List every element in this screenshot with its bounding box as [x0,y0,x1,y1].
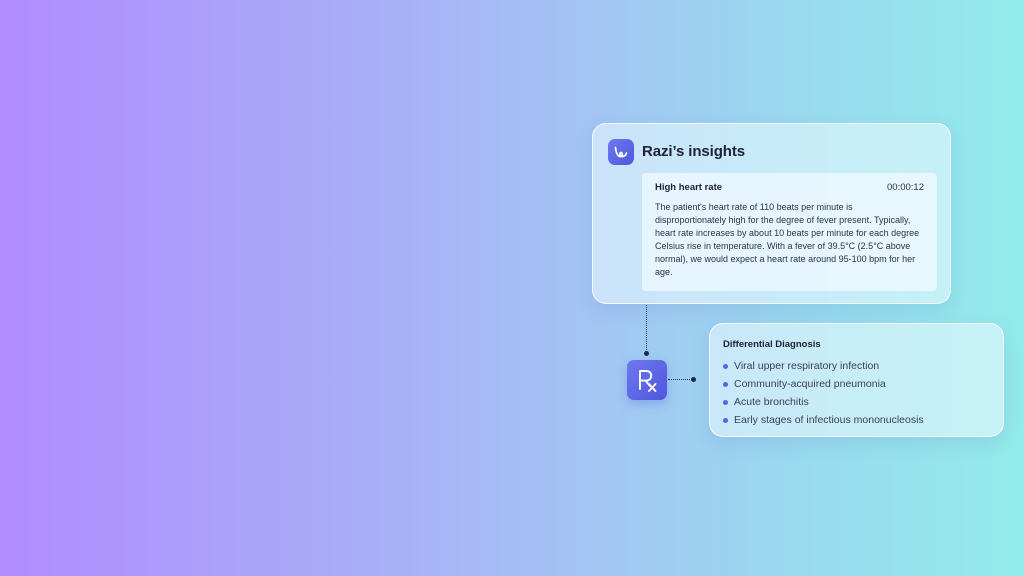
prescription-rx-icon [627,360,667,400]
diagnosis-title: Differential Diagnosis [723,339,821,350]
connector-line-vertical [646,305,647,354]
insight-note: High heart rate 00:00:12 The patient's h… [642,173,937,291]
connector-dot-right [691,377,696,382]
insights-card: Razi’s insights High heart rate 00:00:12… [592,123,951,304]
diagnosis-item: Acute bronchitis [723,393,990,411]
insight-note-header: High heart rate 00:00:12 [655,182,924,193]
differential-diagnosis-card: Differential Diagnosis Viral upper respi… [709,323,1004,437]
connector-line-horizontal [668,379,692,380]
diagnosis-item: Early stages of infectious mononucleosis [723,411,990,429]
insight-note-heading: High heart rate [655,182,723,193]
insight-note-body: The patient's heart rate of 110 beats pe… [655,202,920,277]
diagnosis-item: Community-acquired pneumonia [723,375,990,393]
diagnosis-list: Viral upper respiratory infection Commun… [723,357,990,429]
razi-logo-glyph-icon [614,146,628,158]
insight-note-timestamp: 00:00:12 [887,182,924,193]
diagnosis-item: Viral upper respiratory infection [723,357,990,375]
insights-title: Razi’s insights [642,143,745,160]
rx-glyph-icon [639,370,657,392]
razi-logo-icon [608,139,634,165]
connector-dot-top [644,351,649,356]
